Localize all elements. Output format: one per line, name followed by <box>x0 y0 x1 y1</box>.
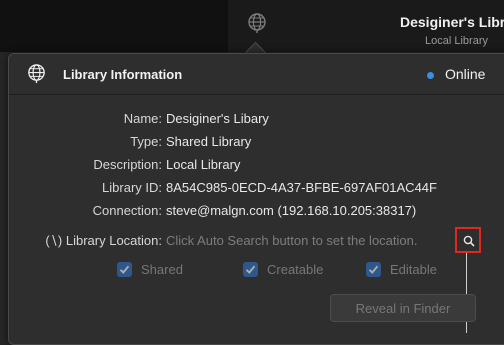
globe-icon[interactable] <box>246 12 268 34</box>
auto-search-button[interactable] <box>455 227 481 253</box>
checkbox-box <box>243 262 258 277</box>
magnifier-icon <box>463 235 475 247</box>
field-value: steve@malgn.com (192.168.10.205:38317) <box>166 203 417 218</box>
globe-icon <box>28 64 45 84</box>
field-row-library-id: Library ID: 8A54C985-0ECD-4A37-BFBE-697A… <box>0 180 496 198</box>
field-label: Connection: <box>92 203 162 218</box>
checkmark-icon <box>368 265 379 274</box>
field-label: (∖) Library Location: <box>45 233 162 248</box>
status-label: Online <box>445 66 486 82</box>
field-label: Library ID: <box>102 180 162 195</box>
field-label: Description: <box>93 157 162 172</box>
field-row-type: Type: Shared Library <box>0 134 496 152</box>
checkbox-label: Shared <box>141 262 183 277</box>
online-status-dot <box>427 72 434 79</box>
checkbox-label: Creatable <box>267 262 324 277</box>
field-value: Local Library <box>166 157 241 172</box>
field-value: Desiginer's Libary <box>166 111 269 126</box>
background-window-title: Desiginer's Library <box>400 14 504 30</box>
field-row-connection: Connection: steve@malgn.com (192.168.10.… <box>0 203 496 221</box>
field-label: Type: <box>130 134 162 149</box>
background-sidebar <box>0 0 228 52</box>
background-window-subtitle: Local Library <box>425 35 488 47</box>
popover-title: Library Information <box>63 67 183 82</box>
field-value: 8A54C985-0ECD-4A37-BFBE-697AF01AC44F <box>166 180 437 195</box>
field-row-library-location: (∖) Library Location: Click Auto Search … <box>0 233 496 251</box>
field-value: Shared Library <box>166 134 252 149</box>
library-location-placeholder: Click Auto Search button to set the loca… <box>166 233 418 248</box>
checkbox-box <box>117 262 132 277</box>
checkbox-label: Editable <box>390 262 437 277</box>
reveal-in-finder-button[interactable]: Reveal in Finder <box>330 294 476 322</box>
field-row-name: Name: Desiginer's Libary <box>0 111 496 129</box>
field-label: Name: <box>123 111 162 126</box>
checkmark-icon <box>245 265 256 274</box>
field-row-description: Description: Local Library <box>0 157 496 175</box>
checkbox-box <box>366 262 381 277</box>
popover-header: Library Information Online <box>9 54 504 95</box>
checkmark-icon <box>119 265 130 274</box>
